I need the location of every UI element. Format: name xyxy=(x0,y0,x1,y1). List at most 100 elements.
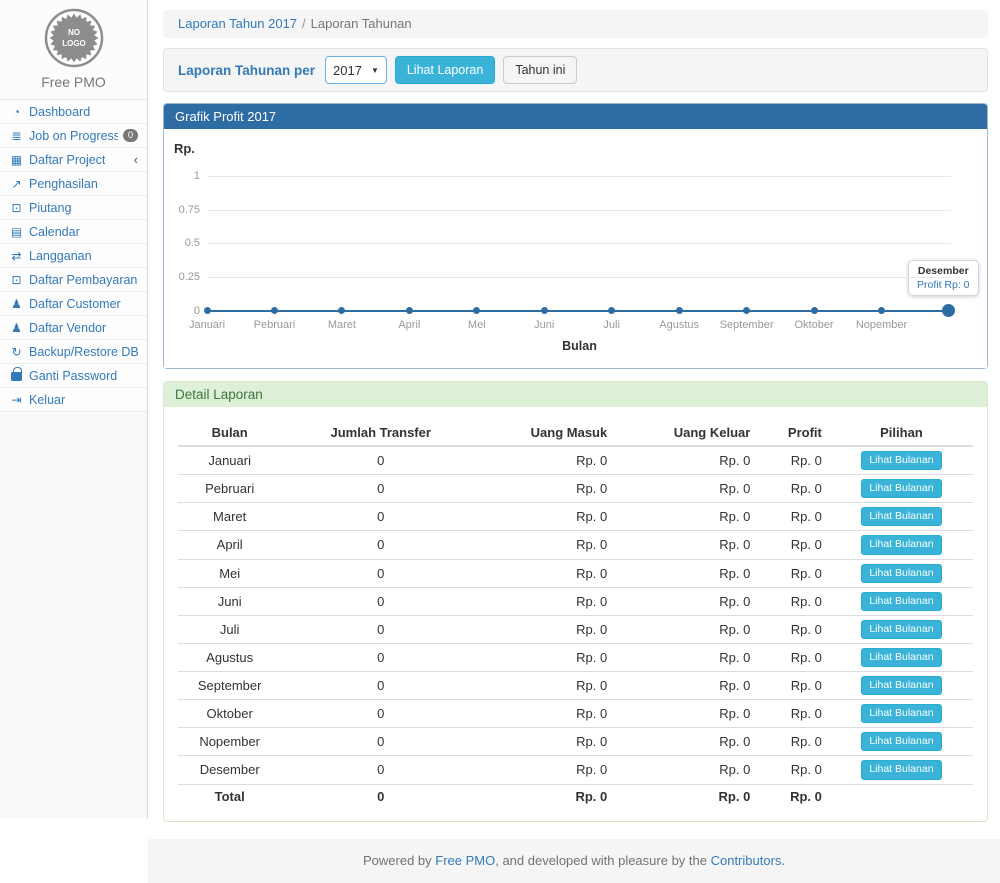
profit-line-chart: Rp. Bulan Desember Profit Rp: 0 10.750.5… xyxy=(164,129,987,368)
lihat-bulanan-button-pebruari[interactable]: Lihat Bulanan xyxy=(861,479,941,498)
lihat-bulanan-button-juni[interactable]: Lihat Bulanan xyxy=(861,592,941,611)
sidebar-item-dashboard[interactable]: ◔Dashboard xyxy=(0,100,147,124)
data-point-maret[interactable] xyxy=(338,307,345,314)
chevron-down-icon: ▼ xyxy=(371,66,379,75)
report-table: BulanJumlah TransferUang MasukUang Kelua… xyxy=(178,420,973,808)
table-row-juli: Juli0Rp. 0Rp. 0Rp. 0Lihat Bulanan xyxy=(178,615,973,643)
table-row-oktober: Oktober0Rp. 0Rp. 0Rp. 0Lihat Bulanan xyxy=(178,700,973,728)
lihat-bulanan-button-mei[interactable]: Lihat Bulanan xyxy=(861,564,941,583)
cell-pilihan: Lihat Bulanan xyxy=(830,559,973,587)
data-point-april[interactable] xyxy=(406,307,413,314)
cell-uang_keluar: Rp. 0 xyxy=(615,587,758,615)
x-tick-label: Maret xyxy=(307,319,377,331)
table-icon: ▦ xyxy=(9,153,24,167)
lihat-bulanan-button-agustus[interactable]: Lihat Bulanan xyxy=(861,648,941,667)
cell-profit: Rp. 0 xyxy=(758,756,830,784)
y-tick-label: 0 xyxy=(164,305,200,317)
year-select[interactable]: 2017 ▼ xyxy=(325,56,387,84)
cell-profit: Rp. 0 xyxy=(758,643,830,671)
sidebar-item-daftar-pembayaran[interactable]: ⊡ Daftar Pembayaran xyxy=(0,268,147,292)
lihat-bulanan-button-desember[interactable]: Lihat Bulanan xyxy=(861,760,941,779)
lihat-bulanan-button-oktober[interactable]: Lihat Bulanan xyxy=(861,704,941,723)
cell-uang_keluar: Rp. 0 xyxy=(615,531,758,559)
cell-uang_masuk: Rp. 0 xyxy=(480,503,615,531)
lihat-laporan-button[interactable]: Lihat Laporan xyxy=(395,56,495,84)
breadcrumb-link-laporan-tahun[interactable]: Laporan Tahun 2017 xyxy=(178,16,297,31)
cell-jumlah_transfer: 0 xyxy=(281,643,480,671)
table-row-juni: Juni0Rp. 0Rp. 0Rp. 0Lihat Bulanan xyxy=(178,587,973,615)
chart-panel-title: Grafik Profit 2017 xyxy=(164,104,987,129)
cell-pilihan: Lihat Bulanan xyxy=(830,615,973,643)
lihat-bulanan-button-juli[interactable]: Lihat Bulanan xyxy=(861,620,941,639)
table-row-pebruari: Pebruari0Rp. 0Rp. 0Rp. 0Lihat Bulanan xyxy=(178,475,973,503)
data-point-januari[interactable] xyxy=(204,307,211,314)
data-point-agustus[interactable] xyxy=(676,307,683,314)
total-cell-bulan: Total xyxy=(178,784,281,808)
tahun-ini-button[interactable]: Tahun ini xyxy=(503,56,577,84)
breadcrumb: Laporan Tahun 2017/Laporan Tahunan xyxy=(163,10,988,38)
sidebar-item-label: Keluar xyxy=(29,393,65,407)
cell-pilihan: Lihat Bulanan xyxy=(830,587,973,615)
logo: NO LOGO xyxy=(0,0,147,68)
sign-out-icon: ⇥ xyxy=(9,393,24,407)
data-point-mei[interactable] xyxy=(473,307,480,314)
x-tick-label: April xyxy=(374,319,444,331)
sidebar-item-label: Daftar Pembayaran xyxy=(29,273,137,287)
column-header-uang-masuk: Uang Masuk xyxy=(480,420,615,446)
table-row-maret: Maret0Rp. 0Rp. 0Rp. 0Lihat Bulanan xyxy=(178,503,973,531)
data-point-nopember[interactable] xyxy=(878,307,885,314)
sidebar-item-penghasilan[interactable]: ↗Penghasilan xyxy=(0,172,147,196)
tasks-icon: ≣ xyxy=(9,129,24,143)
data-point-desember[interactable] xyxy=(942,304,955,317)
count-badge: 0 xyxy=(123,129,138,142)
cell-pilihan: Lihat Bulanan xyxy=(830,503,973,531)
sidebar-item-calendar[interactable]: ▤Calendar xyxy=(0,220,147,244)
sidebar-item-daftar-vendor[interactable]: ♟Daftar Vendor xyxy=(0,316,147,340)
footer-link-contributors[interactable]: Contributors. xyxy=(711,853,785,868)
lihat-bulanan-button-september[interactable]: Lihat Bulanan xyxy=(861,676,941,695)
lihat-bulanan-button-april[interactable]: Lihat Bulanan xyxy=(861,535,941,554)
sidebar-item-label: Piutang xyxy=(29,201,71,215)
data-point-pebruari[interactable] xyxy=(271,307,278,314)
x-tick-label: Pebruari xyxy=(239,319,309,331)
cell-jumlah_transfer: 0 xyxy=(281,587,480,615)
cell-bulan: Mei xyxy=(178,559,281,587)
sidebar-item-daftar-project[interactable]: ▦Daftar Project‹ xyxy=(0,148,147,172)
y-tick-label: 1 xyxy=(164,170,200,182)
cell-profit: Rp. 0 xyxy=(758,700,830,728)
data-point-oktober[interactable] xyxy=(811,307,818,314)
data-point-juni[interactable] xyxy=(541,307,548,314)
footer-link-freepmo[interactable]: Free PMO xyxy=(435,853,495,868)
lihat-bulanan-button-januari[interactable]: Lihat Bulanan xyxy=(861,451,941,470)
x-tick-label: Mei xyxy=(442,319,512,331)
sidebar-item-keluar[interactable]: ⇥ Keluar xyxy=(0,388,147,412)
sidebar-item-daftar-customer[interactable]: ♟Daftar Customer xyxy=(0,292,147,316)
data-point-juli[interactable] xyxy=(608,307,615,314)
chart-y-axis-label: Rp. xyxy=(174,141,195,156)
y-tick-label: 0.25 xyxy=(164,271,200,283)
year-select-value: 2017 xyxy=(333,63,362,78)
chart-tooltip-title: Desember xyxy=(917,265,970,277)
lihat-bulanan-button-nopember[interactable]: Lihat Bulanan xyxy=(861,732,941,751)
cell-bulan: Oktober xyxy=(178,700,281,728)
sidebar-item-backup-restore-db[interactable]: ↻Backup/Restore DB xyxy=(0,340,147,364)
footer: Powered by Free PMO, and developed with … xyxy=(148,839,1000,883)
sidebar-item-job-on-progress[interactable]: ≣Job on Progress0 xyxy=(0,124,147,148)
cell-uang_masuk: Rp. 0 xyxy=(480,615,615,643)
sidebar-item-ganti-password[interactable]: Ganti Password xyxy=(0,364,147,388)
money-icon: ⊡ xyxy=(9,273,24,287)
sidebar-item-label: Calendar xyxy=(29,225,80,239)
table-row-mei: Mei0Rp. 0Rp. 0Rp. 0Lihat Bulanan xyxy=(178,559,973,587)
sidebar-item-langganan[interactable]: ⇄Langganan xyxy=(0,244,147,268)
cell-bulan: September xyxy=(178,672,281,700)
cell-uang_masuk: Rp. 0 xyxy=(480,672,615,700)
total-cell-pilihan xyxy=(830,784,973,808)
cell-uang_masuk: Rp. 0 xyxy=(480,587,615,615)
cell-pilihan: Lihat Bulanan xyxy=(830,700,973,728)
lihat-bulanan-button-maret[interactable]: Lihat Bulanan xyxy=(861,507,941,526)
sidebar-item-piutang[interactable]: ⊡Piutang xyxy=(0,196,147,220)
cell-uang_masuk: Rp. 0 xyxy=(480,728,615,756)
cell-uang_masuk: Rp. 0 xyxy=(480,756,615,784)
footer-text-prefix: Powered by xyxy=(363,853,435,868)
data-point-september[interactable] xyxy=(743,307,750,314)
